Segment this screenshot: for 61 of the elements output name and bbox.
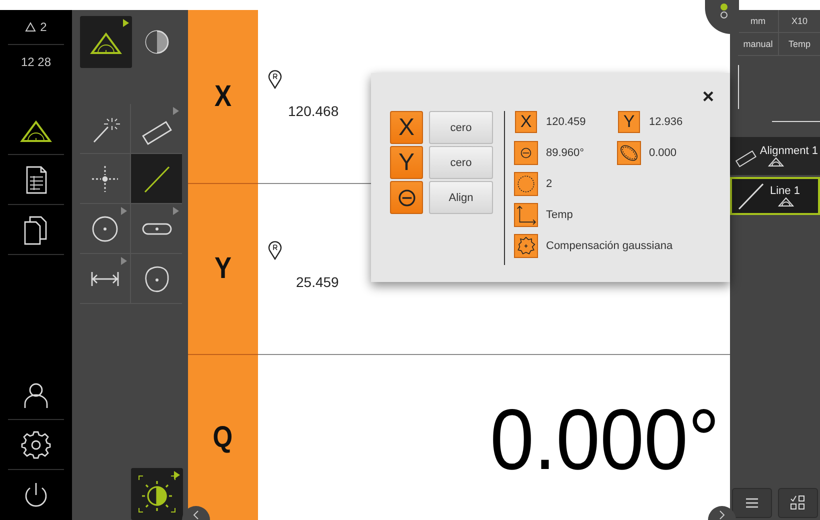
angle-button[interactable] <box>390 181 423 214</box>
submenu-arrow-icon <box>173 107 179 115</box>
form-icon <box>618 142 640 164</box>
triangle-ruler-tool[interactable] <box>80 16 132 68</box>
result-value: 89.960° <box>546 147 584 159</box>
submenu-arrow-icon <box>121 207 127 215</box>
checklist-button[interactable] <box>778 488 818 518</box>
reference-value: 25.459 <box>296 274 340 290</box>
feature-count: 2 <box>40 20 47 34</box>
axis-label: X <box>214 80 232 114</box>
axis-badge: X <box>515 111 537 133</box>
action-button[interactable]: cero <box>429 146 493 179</box>
axis-label: Q <box>213 420 233 454</box>
setting-value[interactable]: manual <box>743 39 773 49</box>
setting-value[interactable]: mm <box>750 16 766 26</box>
setting-value[interactable]: Temp <box>788 39 810 49</box>
time: 12 28 <box>20 55 52 69</box>
chevron-left-icon <box>192 510 200 520</box>
magic-wand-tool[interactable] <box>80 104 131 154</box>
angle-icon <box>515 142 537 164</box>
submenu-arrow-icon <box>174 471 180 479</box>
filter-icon <box>515 235 537 257</box>
axis-label: Y <box>214 252 232 286</box>
result-value: Temp <box>546 209 573 221</box>
result-value: 0.000 <box>649 147 677 159</box>
feature-item[interactable]: Alignment 1 <box>730 137 820 175</box>
line-tool[interactable] <box>131 154 182 204</box>
points-icon <box>515 173 537 195</box>
reference-pin-icon <box>268 69 282 89</box>
triangle-ruler-icon <box>768 157 784 167</box>
submenu-arrow-icon <box>173 207 179 215</box>
result-value: 2 <box>546 178 552 190</box>
reference-value: 120.468 <box>288 103 340 119</box>
result-value: 120.459 <box>546 116 586 128</box>
circle-tool[interactable] <box>80 204 131 254</box>
triangle-ruler-icon <box>778 197 794 207</box>
checklist-grid-icon <box>790 495 806 511</box>
result-value: 12.936 <box>649 116 683 128</box>
light-tool[interactable] <box>131 468 183 520</box>
submenu-arrow-icon <box>122 19 128 27</box>
action-button[interactable]: cero <box>429 111 493 144</box>
reference-pin-icon <box>268 240 282 260</box>
result-value: Compensación gaussiana <box>546 240 673 252</box>
axis-badge: Y <box>618 111 640 133</box>
feature-name: Line 1 <box>770 185 800 197</box>
axis-value: 0.000° <box>490 391 720 490</box>
axis-button[interactable]: Y <box>390 146 423 179</box>
triangle-icon <box>25 22 36 32</box>
menu-icon <box>745 497 759 509</box>
feature-item[interactable]: Line 1 <box>730 177 820 215</box>
expand-tab[interactable] <box>708 506 736 520</box>
submenu-arrow-icon <box>121 257 127 265</box>
chevron-right-icon <box>718 510 726 520</box>
setting-value[interactable]: X10 <box>791 16 808 26</box>
feature-name: Alignment 1 <box>760 145 818 157</box>
distance-tool[interactable] <box>80 254 131 304</box>
axis-button[interactable]: X <box>390 111 423 144</box>
coordinates-icon <box>515 204 537 226</box>
close-button[interactable]: × <box>702 87 714 107</box>
menu-button[interactable] <box>732 488 772 518</box>
action-button[interactable]: Align <box>429 181 493 214</box>
